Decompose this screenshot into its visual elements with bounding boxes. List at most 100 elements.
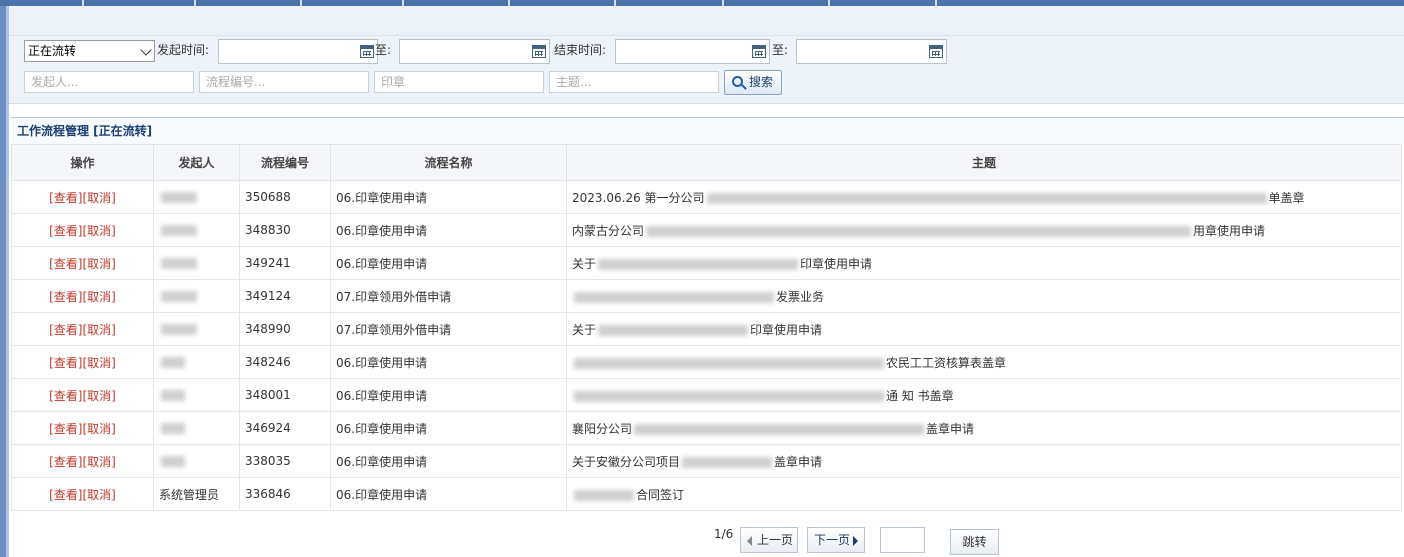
- redacted-text: [646, 225, 1192, 237]
- end-time-label: 结束时间:: [554, 43, 607, 57]
- subject-prefix: 关于安徽分公司项目: [572, 454, 681, 469]
- page-number-input[interactable]: [880, 527, 925, 553]
- view-link[interactable]: [查看]: [49, 389, 82, 403]
- subject-cell: 农民工工资核算表盖章: [566, 345, 1402, 379]
- subject-suffix: 发票业务: [776, 289, 825, 304]
- table-row: [查看][取消] 348990 07.印章领用外借申请 关于 印章使用申请: [11, 312, 1402, 346]
- column-header-initiator: 发起人: [153, 144, 240, 181]
- redacted-text: [161, 225, 197, 236]
- redacted-text: [598, 258, 799, 270]
- subject-suffix: 合同签订: [636, 487, 685, 502]
- redacted-text: [598, 324, 749, 336]
- cancel-link[interactable]: [取消]: [83, 455, 116, 469]
- initiator-cell: [153, 345, 240, 379]
- next-page-button[interactable]: 下一页: [807, 527, 865, 553]
- subject-suffix: 通 知 书盖章: [886, 388, 954, 403]
- cancel-link[interactable]: [取消]: [83, 323, 116, 337]
- process-number-cell: 348830: [239, 213, 331, 247]
- next-page-label: 下一页: [814, 533, 851, 547]
- subject-suffix: 单盖章: [1268, 190, 1305, 205]
- redacted-text: [634, 423, 925, 435]
- subject-cell: 发票业务: [566, 279, 1402, 313]
- column-header-name: 流程名称: [330, 144, 567, 181]
- process-number-cell: 349124: [239, 279, 331, 313]
- table-row: [查看][取消] 338035 06.印章使用申请 关于安徽分公司项目 盖章申请: [11, 444, 1402, 478]
- calendar-icon[interactable]: [752, 45, 766, 58]
- initiator-cell: [153, 378, 240, 412]
- process-name-cell: 07.印章领用外借申请: [330, 312, 567, 346]
- cancel-link[interactable]: [取消]: [83, 488, 116, 502]
- view-link[interactable]: [查看]: [49, 224, 82, 238]
- search-icon: [732, 76, 743, 87]
- initiator-cell: 系统管理员: [153, 477, 240, 511]
- initiator-input[interactable]: 发起人...: [24, 71, 194, 93]
- redacted-text: [161, 291, 197, 302]
- jump-button[interactable]: 跳转: [950, 529, 999, 555]
- redacted-text: [161, 423, 185, 434]
- process-name-cell: 06.印章使用申请: [330, 444, 567, 478]
- table-row: [查看][取消] 349124 07.印章领用外借申请 发票业务: [11, 279, 1402, 313]
- row-actions: [查看][取消]: [11, 378, 154, 412]
- start-time-to-input[interactable]: [399, 39, 550, 64]
- redacted-text: [706, 192, 1267, 204]
- calendar-icon[interactable]: [929, 45, 943, 58]
- initiator-cell: [153, 180, 240, 214]
- subject-prefix: 襄阳分公司: [572, 421, 633, 436]
- cancel-link[interactable]: [取消]: [83, 224, 116, 238]
- start-time-from-input[interactable]: [218, 39, 378, 64]
- table-row: [查看][取消] 350688 06.印章使用申请 2023.06.26 第一分公司 单…: [11, 180, 1402, 214]
- table-row: [查看][取消] 348246 06.印章使用申请 农民工工资核算表盖章: [11, 345, 1402, 379]
- prev-page-button[interactable]: 上一页: [740, 527, 798, 553]
- row-actions: [查看][取消]: [11, 345, 154, 379]
- cancel-link[interactable]: [取消]: [83, 257, 116, 271]
- subject-suffix: 印章使用申请: [750, 322, 823, 337]
- search-button[interactable]: 搜索: [724, 70, 782, 95]
- subject-suffix: 用章使用申请: [1193, 223, 1266, 238]
- table-row: [查看][取消] 系统管理员 336846 06.印章使用申请 合同签订: [11, 477, 1402, 511]
- cancel-link[interactable]: [取消]: [83, 422, 116, 436]
- subject-input[interactable]: 主题...: [549, 71, 719, 93]
- redacted-text: [161, 192, 197, 203]
- subject-cell: 合同签订: [566, 477, 1402, 511]
- filter-top-band: [9, 6, 1404, 36]
- status-select[interactable]: 正在流转: [24, 40, 155, 62]
- subject-cell: 关于安徽分公司项目 盖章申请: [566, 444, 1402, 478]
- cancel-link[interactable]: [取消]: [83, 191, 116, 205]
- view-link[interactable]: [查看]: [49, 488, 82, 502]
- process-number-input[interactable]: 流程编号...: [199, 71, 369, 93]
- triangle-right-icon: [853, 536, 858, 546]
- seal-input[interactable]: 印章: [374, 71, 544, 93]
- view-link[interactable]: [查看]: [49, 455, 82, 469]
- chevron-down-icon: [140, 44, 152, 56]
- cancel-link[interactable]: [取消]: [83, 389, 116, 403]
- table-row: [查看][取消] 348830 06.印章使用申请 内蒙古分公司 用章使用申请: [11, 213, 1402, 247]
- redacted-text: [574, 489, 634, 501]
- status-select-value: 正在流转: [28, 44, 77, 58]
- view-link[interactable]: [查看]: [49, 356, 82, 370]
- view-link[interactable]: [查看]: [49, 323, 82, 337]
- cancel-link[interactable]: [取消]: [83, 290, 116, 304]
- process-name-cell: 06.印章使用申请: [330, 213, 567, 247]
- view-link[interactable]: [查看]: [49, 257, 82, 271]
- subject-suffix: 农民工工资核算表盖章: [886, 355, 1007, 370]
- calendar-icon[interactable]: [360, 45, 374, 58]
- view-link[interactable]: [查看]: [49, 422, 82, 436]
- end-time-from-input[interactable]: [615, 39, 770, 64]
- subject-suffix: 盖章申请: [774, 454, 823, 469]
- row-actions: [查看][取消]: [11, 444, 154, 478]
- cancel-link[interactable]: [取消]: [83, 356, 116, 370]
- initiator-cell: [153, 444, 240, 478]
- process-number-cell: 336846: [239, 477, 331, 511]
- column-header-actions: 操作: [11, 144, 154, 181]
- panel-title: 工作流程管理 [正在流转]: [11, 117, 1404, 144]
- process-name-cell: 06.印章使用申请: [330, 477, 567, 511]
- redacted-text: [682, 456, 773, 468]
- view-link[interactable]: [查看]: [49, 290, 82, 304]
- process-number-cell: 348001: [239, 378, 331, 412]
- calendar-icon[interactable]: [532, 45, 546, 58]
- row-actions: [查看][取消]: [11, 213, 154, 247]
- end-time-to-input[interactable]: [796, 39, 947, 64]
- redacted-text: [574, 291, 774, 303]
- subject-prefix: 关于: [572, 322, 597, 337]
- view-link[interactable]: [查看]: [49, 191, 82, 205]
